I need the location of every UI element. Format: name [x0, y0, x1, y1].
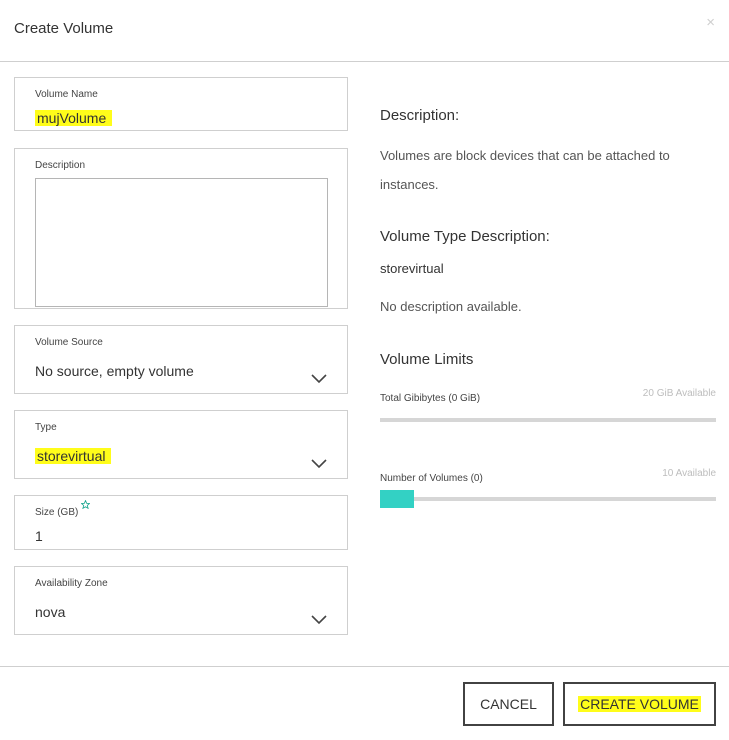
availability-zone-label: Availability Zone	[35, 578, 108, 589]
gibibytes-available: 20 GiB Available	[642, 388, 716, 399]
description-heading: Description:	[380, 107, 460, 124]
volume-name-label: Volume Name	[35, 89, 98, 100]
availability-zone-select[interactable]: Availability Zone nova	[14, 566, 348, 635]
size-field[interactable]: Size (GB) 1	[14, 495, 348, 550]
create-volume-label: CREATE VOLUME	[578, 696, 701, 712]
volumes-progress-fill	[380, 490, 414, 508]
volumes-progress	[380, 490, 716, 508]
volumes-label: Number of Volumes (0)	[380, 473, 483, 484]
description-label: Description	[35, 160, 86, 171]
chevron-down-icon[interactable]	[311, 459, 327, 469]
size-label: Size (GB)	[35, 507, 79, 518]
dialog-header: Create Volume ×	[0, 0, 729, 62]
description-text: Volumes are block devices that can be at…	[380, 148, 670, 192]
gibibytes-limit: Total Gibibytes (0 GiB) 20 GiB Available	[380, 388, 716, 404]
type-select[interactable]: Type storevirtual	[14, 410, 348, 479]
volume-type-name: storevirtual	[380, 261, 444, 276]
chevron-down-icon[interactable]	[311, 615, 327, 625]
cancel-button[interactable]: CANCEL	[463, 682, 554, 726]
dialog-title: Create Volume	[14, 20, 114, 37]
close-icon[interactable]: ×	[706, 14, 715, 31]
gibibytes-label: Total Gibibytes (0 GiB)	[380, 393, 481, 404]
create-volume-button[interactable]: CREATE VOLUME	[563, 682, 716, 726]
volume-name-value[interactable]: mujVolume	[35, 110, 113, 126]
volumes-limit: Number of Volumes (0) 10 Available	[380, 468, 716, 484]
size-value: 1	[35, 528, 43, 544]
volume-limits-heading: Volume Limits	[380, 351, 474, 368]
availability-zone-value: nova	[35, 604, 66, 620]
description-textarea[interactable]	[35, 178, 328, 307]
type-value: storevirtual	[35, 448, 112, 464]
volume-name-field[interactable]: Volume Name mujVolume	[14, 77, 348, 131]
description-field: Description	[14, 148, 348, 309]
volume-type-text: No description available.	[380, 299, 522, 314]
chevron-down-icon[interactable]	[311, 374, 327, 384]
volume-source-value: No source, empty volume	[35, 363, 194, 379]
volume-type-heading: Volume Type Description:	[380, 228, 550, 245]
volumes-available: 10 Available	[662, 468, 716, 479]
volume-source-select[interactable]: Volume Source No source, empty volume	[14, 325, 348, 394]
volume-source-label: Volume Source	[35, 337, 103, 348]
gibibytes-progress	[380, 418, 716, 422]
type-label: Type	[35, 422, 57, 433]
required-star-icon	[81, 500, 90, 509]
dialog-footer	[0, 666, 729, 667]
